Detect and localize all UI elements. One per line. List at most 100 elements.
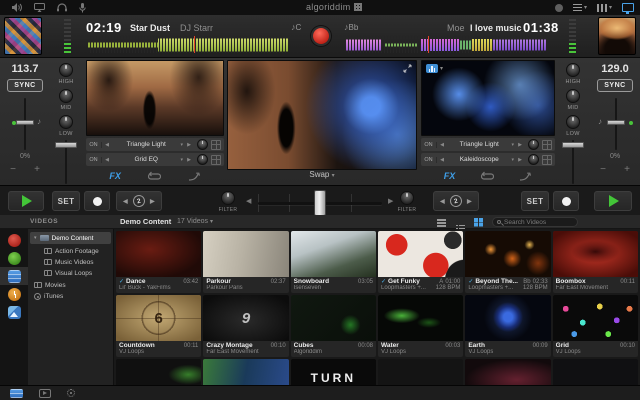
- fx-amount-knob[interactable]: [197, 154, 208, 165]
- view-grid-button[interactable]: [474, 218, 478, 222]
- sidebar-item-itunes[interactable]: iTunes: [30, 290, 111, 302]
- rail-item-history[interactable]: [0, 285, 28, 303]
- video-item[interactable]: 9 Crazy Montage00:10 Far East Movement: [203, 295, 288, 357]
- deck-a-loop-control[interactable]: ◀ 2 ▶: [116, 191, 162, 211]
- deck-b-pitch-plus-button[interactable]: +: [620, 164, 634, 175]
- deck-a-pitch-minus-button[interactable]: −: [6, 164, 20, 175]
- fx-pad-icon[interactable]: [211, 155, 221, 165]
- video-item[interactable]: Boombox00:11 Far East Movement: [553, 231, 638, 293]
- chevron-down-icon[interactable]: ▾: [180, 142, 183, 148]
- video-thumbnail[interactable]: [553, 295, 638, 341]
- video-item[interactable]: [203, 359, 288, 385]
- loop-increase-icon[interactable]: ▶: [467, 198, 472, 205]
- deck-b-play-button[interactable]: [594, 191, 632, 211]
- video-item[interactable]: Water00:03 VJ Loops: [378, 295, 463, 357]
- deck-b-cue-button[interactable]: [553, 191, 579, 211]
- airplay-display-icon[interactable]: [34, 3, 45, 12]
- video-thumbnail[interactable]: [116, 231, 201, 277]
- chevron-down-icon[interactable]: ▾: [511, 142, 514, 148]
- video-thumbnail[interactable]: [203, 231, 288, 277]
- chevron-down-icon[interactable]: ▾: [180, 157, 183, 163]
- fx-pad-icon[interactable]: [542, 140, 552, 150]
- video-thumbnail[interactable]: [291, 295, 376, 341]
- video-thumbnail[interactable]: [465, 295, 550, 341]
- video-item[interactable]: Earth00:09 VJ Loops: [465, 295, 550, 357]
- chevron-down-icon[interactable]: ▾: [511, 157, 514, 163]
- fx-prev-icon[interactable]: ◀: [437, 142, 447, 148]
- fx-pad-icon[interactable]: [211, 140, 221, 150]
- deck-a-set-cue-button[interactable]: SET: [52, 191, 80, 211]
- visual-source-selector[interactable]: ▾: [426, 64, 443, 73]
- swap-button[interactable]: Swap ▾: [227, 170, 417, 179]
- deck-b-eq-low-knob[interactable]: [566, 115, 580, 129]
- deck-b-eq-mid-knob[interactable]: [566, 89, 580, 103]
- rail-item-music[interactable]: [0, 249, 28, 267]
- disclosure-icon[interactable]: ▾: [34, 235, 37, 241]
- fx-name[interactable]: Kaleidoscope: [447, 156, 511, 163]
- fx-next-icon[interactable]: ▶: [184, 157, 194, 163]
- fx-prev-icon[interactable]: ◀: [102, 142, 112, 148]
- crossfade-left-icon[interactable]: ◀: [246, 197, 251, 205]
- video-thumbnail[interactable]: [378, 231, 463, 277]
- fx-pad-icon[interactable]: [542, 155, 552, 165]
- deck-a-waveform[interactable]: [88, 36, 288, 53]
- deck-a-pitch-handle[interactable]: [16, 120, 34, 125]
- transition-curve-icon[interactable]: [519, 172, 532, 181]
- fx-prev-icon[interactable]: ◀: [102, 157, 112, 163]
- video-thumbnail[interactable]: [465, 231, 550, 277]
- rail-item-photos[interactable]: [0, 303, 28, 321]
- fx-name[interactable]: Grid EQ: [112, 156, 180, 163]
- fx-on-button[interactable]: ON: [86, 142, 102, 148]
- fx-next-icon[interactable]: ▶: [515, 142, 525, 148]
- deck-b-pitch-handle[interactable]: [607, 120, 625, 125]
- mic-icon[interactable]: [79, 3, 86, 13]
- fx-amount-knob[interactable]: [528, 154, 539, 165]
- transition-curve-icon[interactable]: [188, 172, 201, 181]
- library-view-icon[interactable]: [10, 389, 23, 398]
- video-item[interactable]: [116, 359, 201, 385]
- fx-tab[interactable]: FX: [444, 171, 456, 181]
- video-item[interactable]: ✓Dance03:42 Lil' Buck - YakFilms: [116, 231, 201, 293]
- video-thumbnail[interactable]: [378, 295, 463, 341]
- headphones-icon[interactable]: [57, 3, 67, 12]
- video-item[interactable]: [465, 359, 550, 385]
- view-list-button[interactable]: [437, 219, 446, 221]
- deck-a-pitch-plus-button[interactable]: +: [30, 164, 44, 175]
- deck-b-pitch-minus-button[interactable]: −: [596, 164, 610, 175]
- record-button[interactable]: [313, 28, 329, 44]
- deck-a-play-button[interactable]: [8, 191, 44, 211]
- preview-player-icon[interactable]: [39, 389, 51, 398]
- deck-b-loop-control[interactable]: ◀ 2 ▶: [433, 191, 479, 211]
- deck-a-filter-knob[interactable]: [221, 191, 235, 205]
- deck-a-eq-high-knob[interactable]: [59, 63, 73, 77]
- video-item[interactable]: Cubes00:08 Algoriddim: [291, 295, 376, 357]
- deck-b-sync-button[interactable]: SYNC: [597, 79, 633, 92]
- loop-decrease-icon[interactable]: ◀: [123, 198, 128, 205]
- crossfader-handle[interactable]: [314, 190, 326, 216]
- deck-b-video-preview[interactable]: ▾: [421, 60, 555, 136]
- loop-increase-icon[interactable]: ▶: [150, 198, 155, 205]
- deck-a-eq-low-knob[interactable]: [59, 115, 73, 129]
- deck-a-eq-mid-knob[interactable]: [59, 89, 73, 103]
- video-thumbnail[interactable]: 6: [116, 295, 201, 341]
- fx-amount-knob[interactable]: [528, 139, 539, 150]
- deck-a-cue-button[interactable]: [84, 191, 110, 211]
- brightness-settings-icon[interactable]: [67, 389, 75, 397]
- fx-tab[interactable]: FX: [109, 171, 121, 181]
- video-thumbnail[interactable]: [291, 231, 376, 277]
- loop-decrease-icon[interactable]: ◀: [440, 198, 445, 205]
- fx-on-button[interactable]: ON: [86, 157, 102, 163]
- video-thumbnail[interactable]: 9: [203, 295, 288, 341]
- deck-a-sync-button[interactable]: SYNC: [7, 79, 43, 92]
- video-item[interactable]: Grid00:10 VJ Loops: [553, 295, 638, 357]
- loop-mode-icon[interactable]: [148, 171, 161, 182]
- video-item[interactable]: [378, 359, 463, 385]
- crossfade-right-icon[interactable]: ▶: [388, 197, 393, 205]
- record-status-icon[interactable]: [555, 4, 563, 12]
- video-item[interactable]: ✓Get FunkyA01:00 Loopmasters +...128 BPM: [378, 231, 463, 293]
- deck-b-set-cue-button[interactable]: SET: [521, 191, 549, 211]
- deck-a-volume-handle[interactable]: [55, 142, 77, 148]
- rail-item-record[interactable]: [0, 231, 28, 249]
- video-item[interactable]: Parkour02:37 Parkour Paris: [203, 231, 288, 293]
- sidebar-item-demo-content[interactable]: ▾ Demo Content: [30, 232, 111, 244]
